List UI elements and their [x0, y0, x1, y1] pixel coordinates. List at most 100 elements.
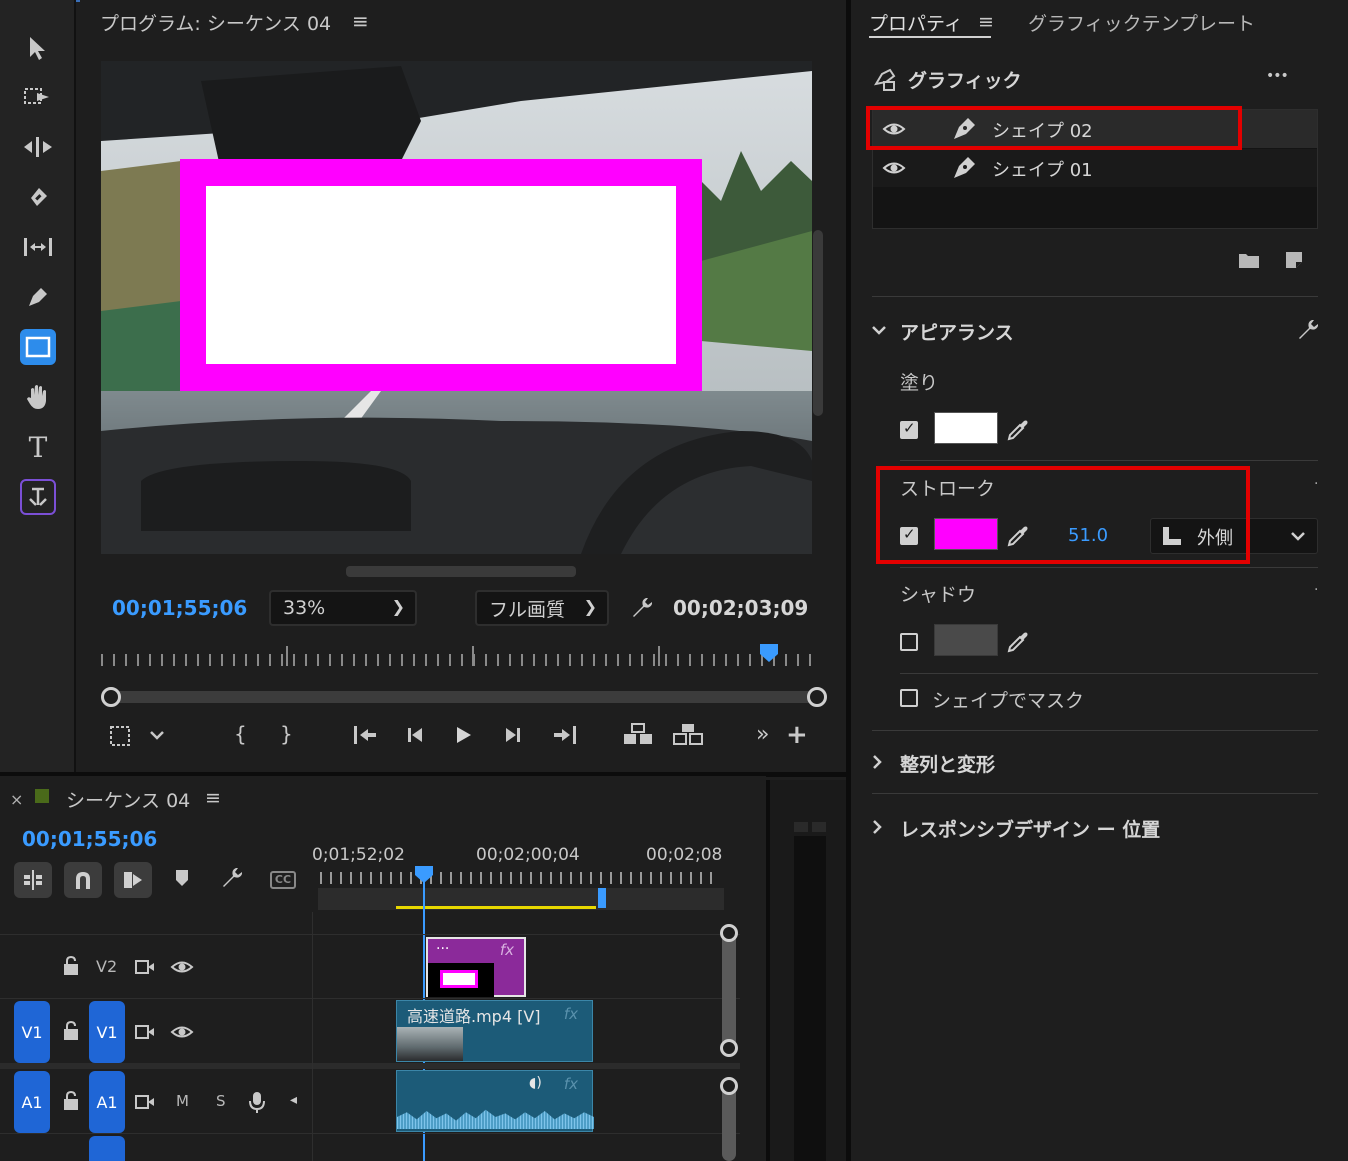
lock-icon[interactable] — [62, 955, 80, 981]
wrench-icon[interactable] — [1296, 318, 1320, 347]
out-point-marker[interactable] — [598, 888, 606, 908]
responsive-design-section[interactable]: レスポンシブデザイン ー 位置 — [900, 815, 1160, 842]
vscroll-handle[interactable] — [720, 924, 738, 942]
eye-icon[interactable] — [170, 1022, 194, 1046]
panel-divider[interactable] — [846, 0, 851, 1161]
close-tab-icon[interactable]: × — [10, 790, 23, 809]
lock-icon[interactable] — [62, 1020, 80, 1046]
chevron-right-icon[interactable] — [868, 817, 886, 841]
selection-tool-icon[interactable] — [18, 28, 58, 68]
linked-selection-button[interactable] — [114, 862, 152, 898]
lift-icon[interactable] — [622, 722, 654, 751]
captions-icon[interactable]: CC — [270, 871, 296, 889]
tab-menu-icon[interactable]: ≡ — [978, 11, 994, 33]
sync-lock-icon[interactable] — [134, 957, 156, 981]
type-icon[interactable]: T — [18, 427, 58, 467]
audio-clip-a1[interactable]: ◖) fx — [396, 1070, 594, 1132]
eyedropper-icon[interactable] — [1006, 630, 1030, 659]
shadow-menu-dot[interactable]: · — [1314, 582, 1318, 598]
razor-icon[interactable] — [18, 177, 58, 217]
safe-margins-icon[interactable] — [108, 724, 132, 753]
mute-button[interactable]: M — [176, 1092, 189, 1110]
shape-stroke[interactable] — [180, 159, 702, 391]
monitor-vscrollbar[interactable] — [813, 230, 823, 416]
mask-label[interactable]: シェイプでマスク — [932, 686, 1084, 713]
stroke-menu-dot[interactable]: · — [1314, 476, 1318, 492]
program-menu-icon[interactable]: ≡ — [352, 9, 369, 33]
tab-properties[interactable]: プロパティ — [869, 9, 963, 36]
chevron-down-icon[interactable] — [148, 726, 166, 748]
zoom-handle-left[interactable] — [101, 687, 121, 707]
microphone-icon[interactable] — [248, 1090, 266, 1119]
more-controls-icon[interactable]: » — [756, 722, 769, 747]
chevron-right-icon[interactable] — [868, 752, 886, 776]
shadow-checkbox[interactable] — [900, 633, 918, 651]
track-target-a2[interactable] — [89, 1136, 125, 1161]
playhead[interactable] — [760, 644, 778, 664]
eye-icon[interactable] — [882, 158, 906, 182]
rectangle-icon[interactable] — [20, 329, 56, 365]
step-forward-icon[interactable] — [502, 724, 524, 751]
track-target-a1[interactable]: A1 — [89, 1071, 125, 1133]
track-select-icon[interactable] — [18, 77, 58, 117]
timeline-vscroll-upper[interactable] — [722, 930, 736, 1056]
mark-out-icon[interactable]: } — [280, 722, 293, 746]
step-back-icon[interactable] — [404, 724, 426, 751]
voiceover-chevron-icon[interactable]: ◂ — [290, 1092, 297, 1108]
current-timecode[interactable]: 00;01;55;06 — [112, 596, 247, 620]
extract-icon[interactable] — [672, 722, 704, 751]
go-to-in-icon[interactable] — [352, 724, 378, 751]
more-options-icon[interactable]: ••• — [1266, 68, 1289, 84]
wrench-icon[interactable] — [630, 596, 654, 625]
graphic-clip-v2[interactable]: ... fx — [426, 937, 526, 997]
vertical-type-icon[interactable] — [20, 479, 56, 515]
vscroll-handle[interactable] — [720, 1077, 738, 1095]
insert-nest-button[interactable] — [14, 862, 52, 898]
monitor-hscrollbar[interactable] — [346, 566, 576, 577]
align-transform-section[interactable]: 整列と変形 — [900, 750, 995, 777]
eye-icon[interactable] — [170, 957, 194, 981]
video-preview[interactable] — [101, 61, 812, 554]
tab-graphic-template[interactable]: グラフィックテンプレート — [1028, 9, 1255, 36]
work-area-range[interactable] — [396, 906, 596, 909]
source-patch-v1[interactable]: V1 — [14, 1001, 50, 1063]
new-layer-icon[interactable] — [1284, 250, 1304, 275]
snap-button[interactable] — [64, 862, 102, 898]
add-button-icon[interactable]: + — [786, 720, 808, 750]
program-title[interactable]: プログラム: シーケンス 04 — [100, 9, 331, 36]
layer-name[interactable]: シェイプ 01 — [992, 156, 1093, 182]
timeline-vscroll-lower[interactable] — [722, 1084, 736, 1161]
timeline-timecode[interactable]: 00;01;55;06 — [22, 827, 157, 851]
sync-lock-icon[interactable] — [134, 1022, 156, 1046]
zoom-scrollbar[interactable] — [110, 691, 816, 703]
eyedropper-icon[interactable] — [1006, 418, 1030, 447]
fill-checkbox[interactable] — [900, 419, 918, 439]
solo-button[interactable]: S — [216, 1092, 226, 1110]
fill-color-swatch[interactable] — [934, 412, 998, 444]
hand-icon[interactable] — [18, 377, 58, 417]
zoom-handle-right[interactable] — [807, 687, 827, 707]
quality-dropdown[interactable]: フル画質 ❯ — [475, 590, 609, 626]
timeline-title[interactable]: シーケンス 04 — [66, 786, 190, 813]
chevron-down-icon[interactable] — [870, 320, 888, 344]
ripple-edit-icon[interactable] — [18, 127, 58, 167]
play-icon[interactable] — [452, 724, 474, 751]
go-to-out-icon[interactable] — [552, 724, 578, 751]
sync-lock-icon[interactable] — [134, 1092, 156, 1116]
timeline-menu-icon[interactable]: ≡ — [205, 787, 221, 809]
video-clip-v1[interactable]: 高速道路.mp4 [V] fx — [396, 1000, 593, 1062]
timeline-ruler-ticks[interactable] — [320, 872, 720, 884]
mask-checkbox[interactable] — [900, 689, 918, 707]
track-target-v1[interactable]: V1 — [89, 1001, 125, 1063]
pen-icon[interactable] — [18, 277, 58, 317]
source-patch-a1[interactable]: A1 — [14, 1071, 50, 1133]
add-marker-icon[interactable] — [174, 868, 190, 893]
zoom-dropdown[interactable]: 33% ❯ — [269, 590, 417, 626]
shadow-color-swatch[interactable] — [934, 624, 998, 656]
slip-icon[interactable] — [18, 227, 58, 267]
new-group-folder-icon[interactable] — [1238, 250, 1260, 274]
appearance-section-title[interactable]: アピアランス — [900, 318, 1014, 345]
timeline-settings-wrench-icon[interactable] — [220, 866, 244, 895]
av-divider[interactable] — [0, 1063, 740, 1069]
lock-icon[interactable] — [62, 1090, 80, 1116]
